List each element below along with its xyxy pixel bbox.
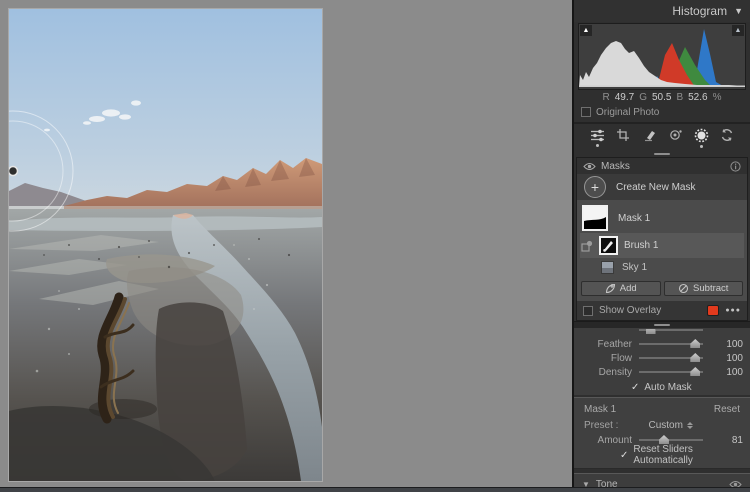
density-slider-row: Density 100 [574, 365, 750, 379]
auto-mask-label: Auto Mask [644, 381, 692, 393]
subtract-label: Subtract [693, 283, 729, 294]
masks-panel: Masks + Create New Mask Mask 1 Brush 1 S… [576, 157, 748, 321]
mask-item-brush1[interactable]: Brush 1 [580, 233, 744, 258]
mask-item-label: Mask 1 [618, 212, 651, 224]
feather-label: Feather [597, 338, 632, 350]
overlay-options-menu[interactable]: ●●● [725, 307, 741, 314]
flow-value: 100 [726, 352, 743, 364]
eraser-icon [645, 130, 655, 141]
amount-slider[interactable] [639, 435, 703, 444]
highlight-clipping-icon[interactable]: ▲ [732, 25, 744, 36]
adjust-sliders-icon [590, 129, 604, 141]
r-label: R [602, 91, 610, 103]
b-value: 52.6 [688, 91, 708, 103]
refresh-tool-button[interactable] [717, 128, 737, 147]
editor-canvas [0, 0, 572, 487]
info-icon[interactable] [730, 160, 741, 172]
masks-visibility-eye-icon[interactable] [583, 162, 596, 171]
density-slider[interactable] [639, 367, 703, 376]
percent-sign: % [712, 91, 722, 103]
add-label: Add [619, 283, 637, 294]
mask-item-label: Brush 1 [624, 240, 659, 251]
refresh-icon [721, 129, 733, 141]
feather-slider-row: Feather 100 [574, 337, 750, 351]
mask-item-label: Sky 1 [622, 262, 648, 273]
preset-value: Custom [648, 419, 683, 431]
red-eye-tool-button[interactable] [665, 129, 685, 146]
create-new-mask-label: Create New Mask [616, 181, 696, 193]
density-value: 100 [726, 366, 743, 378]
histogram[interactable]: ▲ ▲ [578, 23, 746, 90]
add-button[interactable]: Add [581, 281, 661, 296]
subtract-icon [678, 283, 689, 294]
panel-drag-handle[interactable] [654, 324, 670, 326]
mask-item-mask1[interactable]: Mask 1 [580, 203, 744, 233]
feather-value: 100 [726, 338, 743, 350]
crop-tool-button[interactable] [613, 128, 633, 147]
dropdown-carets-icon [686, 421, 693, 429]
tool-strip [574, 124, 750, 151]
g-value: 50.5 [651, 91, 672, 103]
mask-settings-title: Mask 1 [584, 404, 617, 415]
masking-icon [694, 128, 708, 142]
collapse-triangle-icon[interactable]: ▼ [734, 6, 743, 16]
original-photo-checkbox[interactable] [581, 107, 591, 117]
size-slider-row [574, 329, 750, 337]
amount-label: Amount [597, 434, 632, 446]
feather-slider[interactable] [639, 339, 703, 348]
brush-settings-section: Feather 100 Flow 100 Density 100 ✓ Auto … [574, 328, 750, 395]
reset-sliders-label: Reset Sliders Automatically [633, 444, 693, 466]
crop-icon [617, 129, 629, 141]
overlay-color-swatch[interactable] [707, 305, 720, 316]
adjust-tool-button[interactable] [587, 129, 607, 147]
auto-mask-checkbox[interactable]: ✓ [631, 382, 639, 393]
photo[interactable] [8, 8, 323, 482]
density-label: Density [598, 366, 632, 378]
preset-label: Preset : [584, 419, 619, 431]
shadow-clipping-icon[interactable]: ▲ [580, 25, 592, 36]
mask-mode-badge-icon [580, 240, 593, 252]
size-slider[interactable] [639, 329, 703, 334]
histogram-panel-header[interactable]: Histogram ▼ [574, 0, 750, 22]
reset-button[interactable]: Reset [714, 404, 740, 415]
develop-right-panel: Histogram ▼ ▲ ▲ R 49.7 G 50.5 B 52.6 % O… [572, 0, 750, 492]
g-label: G [639, 91, 647, 103]
tool-active-dot [595, 143, 599, 147]
histogram-title: Histogram [672, 4, 728, 18]
tool-active-dot [699, 144, 703, 148]
mask1-thumbnail [582, 205, 608, 231]
preset-dropdown[interactable]: Custom [648, 419, 693, 431]
masks-panel-title: Masks [601, 160, 630, 172]
add-icon [605, 283, 615, 294]
rgb-readout: R 49.7 G 50.5 B 52.6 % [574, 90, 750, 104]
flow-slider-row: Flow 100 [574, 351, 750, 365]
mask-list: Mask 1 Brush 1 Sky 1 Add Subtract [577, 200, 747, 301]
red-eye-icon [669, 130, 682, 140]
subtract-button[interactable]: Subtract [663, 281, 743, 296]
create-new-mask-button[interactable]: + Create New Mask [577, 174, 747, 200]
flow-label: Flow [610, 352, 632, 364]
filmstrip-divider[interactable] [0, 487, 750, 492]
brush1-thumbnail [599, 236, 618, 255]
flow-slider[interactable] [639, 353, 703, 362]
sky1-thumbnail [601, 261, 614, 274]
histogram-curves [579, 24, 745, 89]
masking-tool-button[interactable] [691, 128, 711, 148]
mask-settings-section: Mask 1 Reset Preset : Custom Amount 81 ✓… [574, 397, 750, 469]
reset-sliders-checkbox[interactable]: ✓ [620, 450, 628, 461]
mask-item-sky1[interactable]: Sky 1 [580, 258, 744, 277]
b-label: B [676, 91, 684, 103]
original-photo-label: Original Photo [596, 106, 660, 118]
plus-icon: + [584, 176, 606, 198]
r-value: 49.7 [614, 91, 635, 103]
show-overlay-label: Show Overlay [599, 305, 662, 316]
brush-cursor[interactable] [9, 9, 322, 481]
panel-drag-handle[interactable] [654, 152, 670, 155]
show-overlay-checkbox[interactable] [583, 305, 593, 316]
healing-tool-button[interactable] [639, 129, 659, 147]
